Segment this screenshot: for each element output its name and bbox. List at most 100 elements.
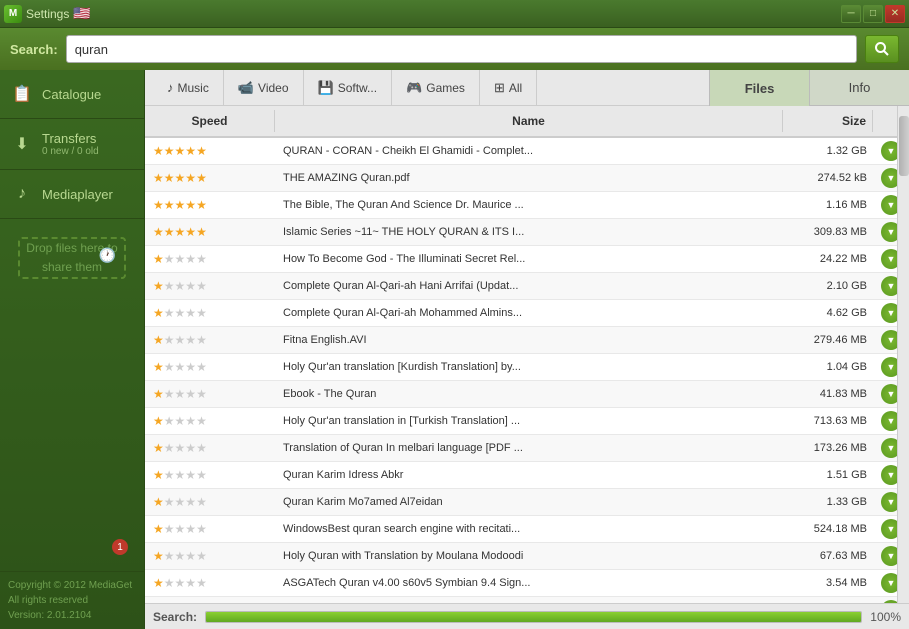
tab-software[interactable]: 💾 Softw... [304, 70, 393, 105]
download-button[interactable] [881, 195, 897, 215]
size-cell: 524.18 MB [783, 520, 873, 538]
stars-cell: ★★★★★ [145, 330, 275, 350]
table-row[interactable]: ★★★★★Holy Qur'an translation [Kurdish Tr… [145, 354, 897, 381]
notification-badge: 1 [112, 539, 128, 555]
name-cell: Complete Quran Al-Qari-ah Hani Arrifai (… [275, 277, 783, 295]
download-button[interactable] [881, 411, 897, 431]
tab-music[interactable]: ♪ Music [153, 70, 224, 105]
download-button[interactable] [881, 141, 897, 161]
size-cell: 1.04 GB [783, 358, 873, 376]
mediaplayer-icon: ♪ [10, 182, 34, 206]
tab-info[interactable]: Info [809, 70, 909, 106]
table-row[interactable]: ★★★★★Translation of Quran In melbari lan… [145, 435, 897, 462]
download-button[interactable] [881, 546, 897, 566]
size-cell: 2.10 GB [783, 277, 873, 295]
music-tab-icon: ♪ [167, 80, 174, 95]
name-cell: Quran Karim Mo7amed Al7eidan [275, 493, 783, 511]
table-row[interactable]: ★★★★★Fitna English.AVI279.46 MB [145, 327, 897, 354]
stars-cell: ★★★★★ [145, 465, 275, 485]
stars-cell: ★★★★★ [145, 168, 275, 188]
name-cell: THE AMAZING Quran.pdf [275, 169, 783, 187]
table-header: Speed Name Size [145, 106, 897, 138]
name-cell: How To Become God - The Illuminati Secre… [275, 250, 783, 268]
search-input[interactable] [66, 35, 857, 63]
table-row[interactable]: ★★★★★QURAN - CORAN - Cheikh El Ghamidi -… [145, 138, 897, 165]
size-cell: 1.32 GB [783, 142, 873, 160]
download-button[interactable] [881, 249, 897, 269]
sidebar-item-catalogue[interactable]: 📋 Catalogue [0, 70, 144, 119]
stars-cell: ★★★★★ [145, 222, 275, 242]
close-button[interactable]: ✕ [885, 5, 905, 23]
sidebar-item-mediaplayer[interactable]: ♪ Mediaplayer [0, 170, 144, 219]
table-row[interactable]: ★★★★★ASGATech Quran v4.00 s60v5 Symbian … [145, 570, 897, 597]
download-button[interactable] [881, 330, 897, 350]
download-button[interactable] [881, 168, 897, 188]
size-cell: 274.52 kB [783, 169, 873, 187]
table-row[interactable]: ★★★★★Complete Quran Al-Qari-ah Hani Arri… [145, 273, 897, 300]
scrollbar-track[interactable] [897, 106, 909, 603]
download-button[interactable] [881, 384, 897, 404]
tab-all[interactable]: ⊞ All [480, 70, 537, 105]
name-cell: Holy Quran with Translation by Moulana M… [275, 547, 783, 565]
download-button[interactable] [881, 438, 897, 458]
results-table[interactable]: Speed Name Size ★★★★★QURAN - CORAN - Che… [145, 106, 897, 603]
table-row[interactable]: ★★★★★Quran Karim Idress Abkr1.51 GB [145, 462, 897, 489]
table-row[interactable]: ★★★★★Complete Quran Al-Qari-ah Mohammed … [145, 300, 897, 327]
tab-all-label: All [509, 81, 522, 95]
download-button[interactable] [881, 519, 897, 539]
name-cell: Fitna English.AVI [275, 331, 783, 349]
name-cell: ASGATech Quran v4.00 s60v5 Symbian 9.4 S… [275, 574, 783, 592]
stars-cell: ★★★★★ [145, 276, 275, 296]
mediaplayer-label: Mediaplayer [42, 187, 113, 202]
size-cell: 67.63 MB [783, 547, 873, 565]
header-speed: Speed [145, 110, 275, 132]
tab-video[interactable]: 📹 Video [224, 70, 304, 105]
size-cell: 309.83 MB [783, 223, 873, 241]
table-row[interactable]: ★★★★★Quran Karim Mo7amed Al7eidan1.33 GB [145, 489, 897, 516]
size-cell: 41.83 MB [783, 385, 873, 403]
download-button[interactable] [881, 492, 897, 512]
copyright-line2: All rights reserved [8, 593, 136, 608]
table-body: ★★★★★QURAN - CORAN - Cheikh El Ghamidi -… [145, 138, 897, 603]
name-cell: Holy Qur'an translation in [Turkish Tran… [275, 412, 783, 430]
download-button[interactable] [881, 303, 897, 323]
tab-files[interactable]: Files [709, 70, 809, 106]
download-button[interactable] [881, 465, 897, 485]
drop-zone-wrapper: 🕐 Drop files here to share them 1 [8, 227, 136, 563]
table-row[interactable]: ★★★★★WindowsBest quran search engine wit… [145, 516, 897, 543]
table-row[interactable]: ★★★★★Islamic Series ~11~ THE HOLY QURAN … [145, 219, 897, 246]
progress-bar [205, 611, 862, 623]
transfers-label: Transfers [42, 131, 99, 146]
table-row[interactable]: ★★★★★Holy Quran with Translation by Moul… [145, 543, 897, 570]
table-row[interactable]: ★★★★★The Bible, The Quran And Science Dr… [145, 192, 897, 219]
catalogue-icon: 📋 [10, 82, 34, 106]
search-button[interactable] [865, 35, 899, 63]
progress-text: 100% [870, 610, 901, 624]
minimize-button[interactable]: ─ [841, 5, 861, 23]
maximize-button[interactable]: □ [863, 5, 883, 23]
download-button[interactable] [881, 573, 897, 593]
table-row[interactable]: ★★★★★THE AMAZING Quran.pdf274.52 kB [145, 165, 897, 192]
table-row[interactable]: ★★★★★How To Become God - The Illuminati … [145, 246, 897, 273]
tab-games[interactable]: 🎮 Games [392, 70, 480, 105]
download-button[interactable] [881, 222, 897, 242]
stars-cell: ★★★★★ [145, 519, 275, 539]
download-button[interactable] [881, 276, 897, 296]
drop-zone[interactable]: 🕐 Drop files here to share them [18, 237, 126, 279]
sidebar-item-transfers[interactable]: ⬇ Transfers 0 new / 0 old [0, 119, 144, 170]
table-row[interactable]: ★★★★★Holy Qur'an translation in [Turkish… [145, 408, 897, 435]
bottom-search-label: Search: [153, 610, 197, 624]
progress-fill [206, 612, 861, 622]
stars-cell: ★★★★★ [145, 303, 275, 323]
app-logo: M [4, 5, 22, 23]
name-cell: Islamic Series ~11~ THE HOLY QURAN & ITS… [275, 223, 783, 241]
tab-games-label: Games [426, 81, 465, 95]
window-controls: ─ □ ✕ [841, 5, 905, 23]
scrollbar-thumb[interactable] [899, 116, 909, 176]
search-icon [874, 41, 890, 57]
download-button[interactable] [881, 357, 897, 377]
table-row[interactable]: ★★★★★Ebook - The Quran41.83 MB [145, 381, 897, 408]
video-tab-icon: 📹 [238, 80, 254, 96]
stars-cell: ★★★★★ [145, 249, 275, 269]
software-tab-icon: 💾 [318, 80, 334, 96]
